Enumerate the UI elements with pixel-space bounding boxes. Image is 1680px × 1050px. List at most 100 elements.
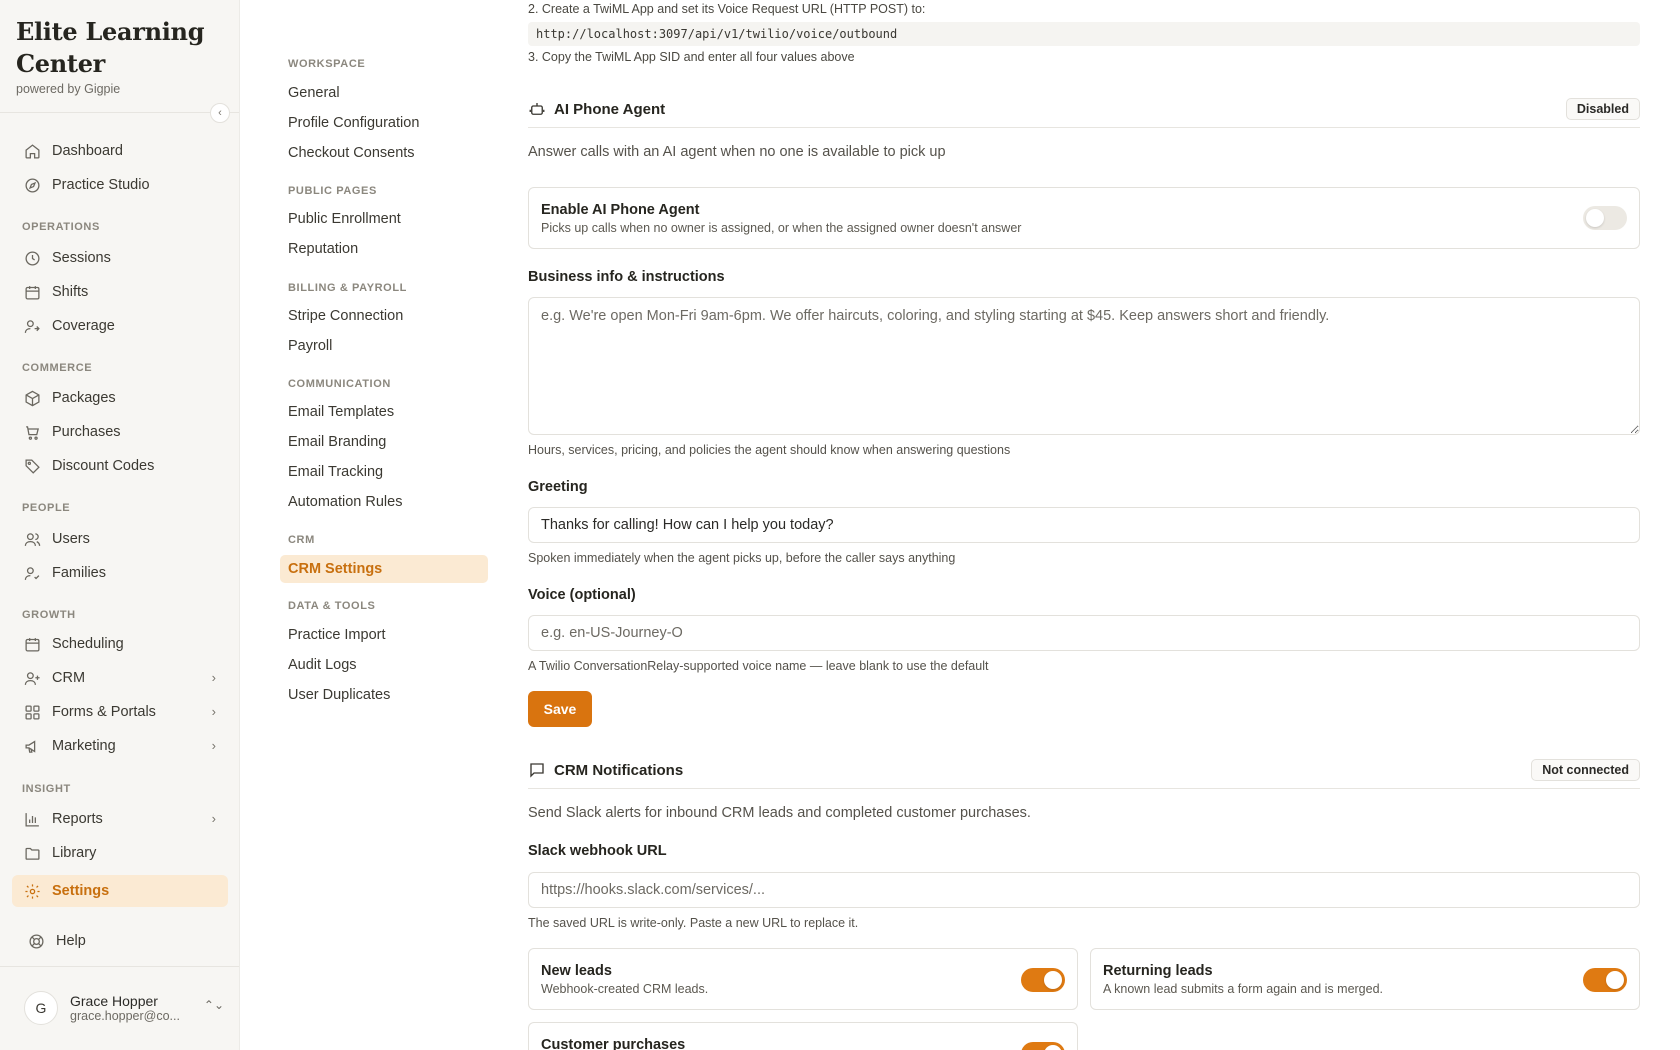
megaphone-icon (22, 736, 42, 756)
chevron-up-down-icon: ⌃⌄ (203, 998, 224, 1012)
sidebar-item-shifts[interactable]: Shifts (12, 276, 228, 308)
subnav-item-profile-configuration[interactable]: Profile Configuration (280, 109, 488, 137)
sidebar-item-marketing[interactable]: Marketing › (12, 730, 228, 762)
sidebar-item-sessions[interactable]: Sessions (12, 242, 228, 274)
subnav-section-crm: CRM (288, 534, 315, 546)
user-menu[interactable]: G Grace Hopper grace.hopper@co... ⌃⌄ (24, 990, 224, 1026)
sidebar-item-dashboard[interactable]: Dashboard (12, 135, 228, 167)
sidebar-section-people: PEOPLE (22, 502, 71, 514)
sidebar-item-label: Sessions (52, 250, 111, 266)
folder-icon (22, 843, 42, 863)
subnav-item-payroll[interactable]: Payroll (280, 332, 488, 360)
subnav-item-automation-rules[interactable]: Automation Rules (280, 488, 488, 516)
user-name: Grace Hopper (70, 993, 158, 1009)
divider (0, 966, 239, 967)
subnav-section-communication: COMMUNICATION (288, 378, 391, 390)
voice-label: Voice (optional) (528, 587, 636, 603)
clock-icon (22, 248, 42, 268)
subnav-item-general[interactable]: General (280, 79, 488, 107)
sidebar-item-reports[interactable]: Reports › (12, 803, 228, 835)
crm-notifications-section-header: CRM Notifications Not connected (528, 759, 1640, 789)
sidebar-item-help[interactable]: Help (16, 925, 232, 957)
sidebar-item-coverage[interactable]: Coverage (12, 310, 228, 342)
ai-agent-title: AI Phone Agent (554, 100, 666, 118)
bar-chart-icon (22, 809, 42, 829)
twilio-step-2: 2. Create a TwiML App and set its Voice … (528, 2, 926, 16)
voice-input[interactable] (528, 615, 1640, 651)
business-info-label: Business info & instructions (528, 269, 725, 285)
subnav-item-practice-import[interactable]: Practice Import (280, 621, 488, 649)
card-title: Customer purchases (541, 1037, 686, 1050)
card-title: New leads (541, 963, 612, 979)
subnav-section-billing-payroll: BILLING & PAYROLL (288, 282, 407, 294)
user-email: grace.hopper@co... (70, 1009, 180, 1023)
crm-notifications-title: CRM Notifications (554, 761, 684, 779)
subnav-item-user-duplicates[interactable]: User Duplicates (280, 681, 488, 709)
sidebar-item-label: Practice Studio (52, 177, 150, 193)
sidebar-item-label: Help (56, 933, 86, 949)
greeting-input[interactable] (528, 507, 1640, 543)
ai-agent-description: Answer calls with an AI agent when no on… (528, 144, 946, 160)
sidebar-item-scheduling[interactable]: Scheduling (12, 628, 228, 660)
sidebar-item-crm[interactable]: CRM › (12, 662, 228, 694)
greeting-label: Greeting (528, 479, 588, 495)
save-button[interactable]: Save (528, 691, 592, 727)
sidebar-item-purchases[interactable]: Purchases (12, 416, 228, 448)
status-badge: Not connected (1531, 759, 1640, 781)
user-swap-icon (22, 316, 42, 336)
subnav-item-crm-settings[interactable]: CRM Settings (280, 555, 488, 583)
slack-webhook-input[interactable] (528, 872, 1640, 908)
greeting-help: Spoken immediately when the agent picks … (528, 551, 956, 565)
chevron-right-icon: › (211, 670, 216, 685)
twilio-step-3: 3. Copy the TwiML App SID and enter all … (528, 50, 855, 64)
brand-title: Elite Learning Center (16, 17, 205, 78)
ai-agent-section-header: AI Phone Agent Disabled (528, 98, 1640, 128)
card-subtitle: Webhook-created CRM leads. (541, 982, 709, 996)
sidebar-item-library[interactable]: Library (12, 837, 228, 869)
avatar: G (24, 991, 58, 1025)
chevron-right-icon: › (211, 704, 216, 719)
sidebar-item-forms-portals[interactable]: Forms & Portals › (12, 696, 228, 728)
sidebar-item-label: Forms & Portals (52, 704, 156, 720)
subnav-item-email-tracking[interactable]: Email Tracking (280, 458, 488, 486)
new-leads-toggle[interactable] (1021, 968, 1065, 992)
sidebar-section-growth: GROWTH (22, 609, 76, 621)
message-square-icon (528, 761, 546, 779)
sidebar-item-label: Users (52, 531, 90, 547)
card-subtitle: Picks up calls when no owner is assigned… (541, 221, 1022, 235)
subnav-item-public-enrollment[interactable]: Public Enrollment (280, 205, 488, 233)
subnav-item-email-branding[interactable]: Email Branding (280, 428, 488, 456)
crm-notifications-description: Send Slack alerts for inbound CRM leads … (528, 805, 1031, 821)
sidebar-section-insight: INSIGHT (22, 783, 71, 795)
voice-help: A Twilio ConversationRelay-supported voi… (528, 659, 989, 673)
sidebar-item-label: Discount Codes (52, 458, 155, 474)
robot-icon (528, 100, 546, 118)
subnav-item-stripe-connection[interactable]: Stripe Connection (280, 302, 488, 330)
sidebar-item-settings[interactable]: Settings (12, 875, 228, 907)
subnav-item-reputation[interactable]: Reputation (280, 235, 488, 263)
sidebar-item-label: Purchases (52, 424, 121, 440)
sidebar-item-label: Reports (52, 811, 103, 827)
sidebar-item-label: Library (52, 845, 97, 861)
subnav-item-email-templates[interactable]: Email Templates (280, 398, 488, 426)
subnav-item-checkout-consents[interactable]: Checkout Consents (280, 139, 488, 167)
sidebar-item-label: Scheduling (52, 636, 124, 652)
sidebar-item-users[interactable]: Users (12, 523, 228, 555)
sidebar-item-practice-studio[interactable]: Practice Studio (12, 169, 228, 201)
business-info-help: Hours, services, pricing, and policies t… (528, 443, 1011, 457)
lifebuoy-icon (26, 931, 46, 951)
subnav-item-audit-logs[interactable]: Audit Logs (280, 651, 488, 679)
enable-ai-agent-toggle[interactable] (1583, 206, 1627, 230)
business-info-textarea[interactable] (528, 297, 1640, 435)
chevron-right-icon: › (211, 738, 216, 753)
customer-purchases-toggle[interactable] (1021, 1042, 1065, 1050)
compass-icon (22, 175, 42, 195)
collapse-sidebar-button[interactable]: ‹ (210, 103, 230, 123)
sidebar-item-families[interactable]: Families (12, 557, 228, 589)
sidebar-item-packages[interactable]: Packages (12, 382, 228, 414)
customer-purchases-card: Customer purchases (528, 1022, 1078, 1050)
returning-leads-toggle[interactable] (1583, 968, 1627, 992)
user-plus-icon (22, 668, 42, 688)
sidebar-item-discount-codes[interactable]: Discount Codes (12, 450, 228, 482)
card-subtitle: A known lead submits a form again and is… (1103, 982, 1384, 996)
